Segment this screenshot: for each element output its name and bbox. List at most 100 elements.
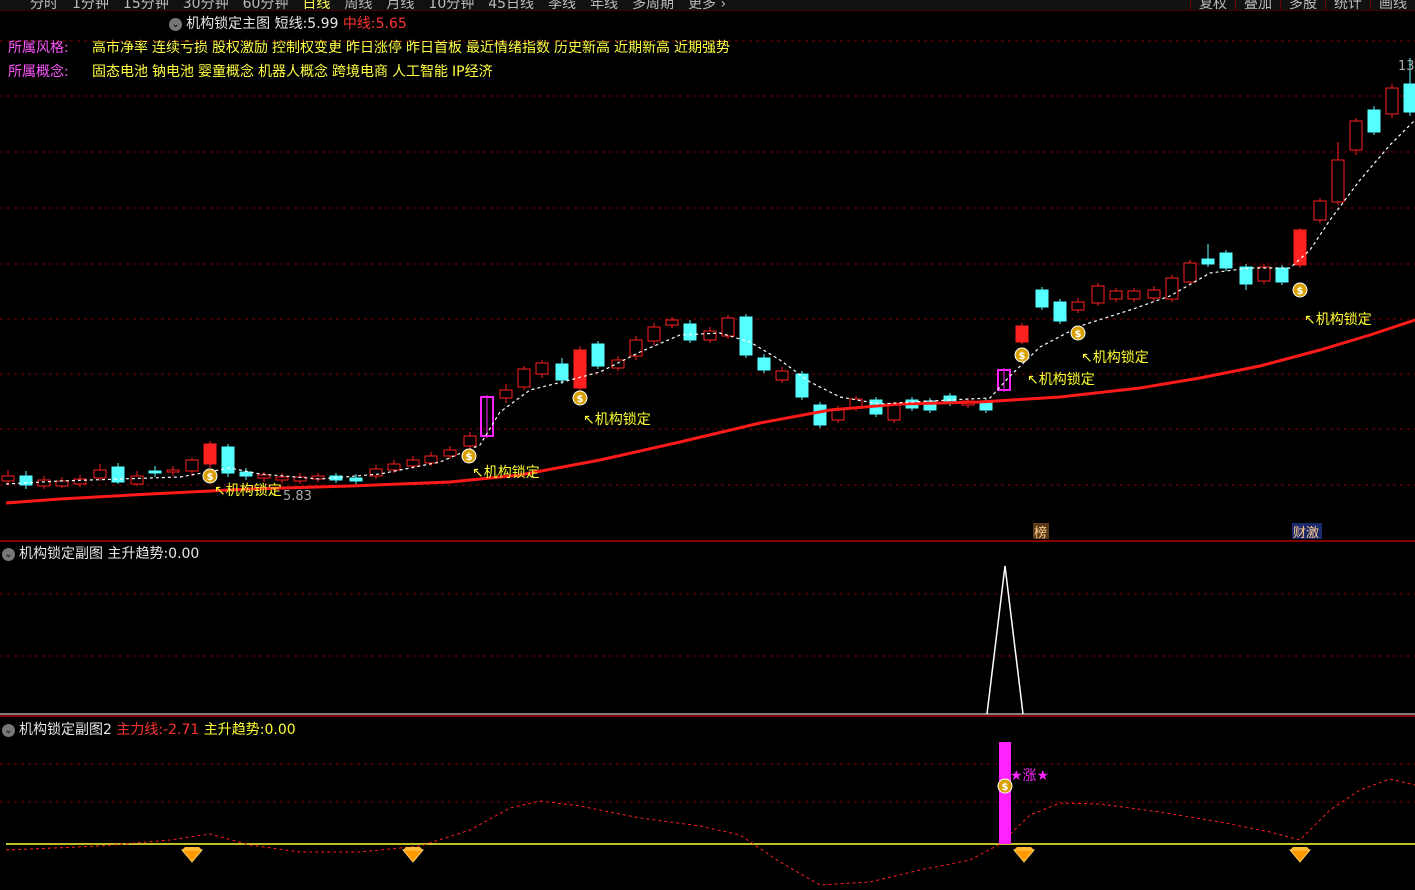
diamond-icon-top [403, 847, 423, 850]
main-force-value: -2.71 [163, 722, 200, 738]
candle-body [275, 476, 289, 481]
annotation-label: ↖机构锁定 [472, 465, 540, 481]
signal-text: ★涨★ [1010, 768, 1049, 784]
candle-body [1015, 325, 1029, 343]
money-bag-glyph: $ [1075, 329, 1082, 340]
money-bag-glyph: $ [577, 394, 584, 405]
candle-body [1035, 289, 1049, 308]
candle-body [831, 409, 845, 421]
price-low-label: 5.83 [283, 489, 312, 504]
candle-body [257, 474, 271, 479]
diamond-icon-top [182, 847, 202, 850]
candle-body [665, 319, 679, 326]
candle-body [1147, 289, 1161, 299]
candle-body [387, 463, 401, 471]
main-force-line [5, 778, 1415, 886]
chevron-down-icon[interactable]: ⌄ [2, 724, 15, 737]
money-bag-glyph: $ [1002, 782, 1009, 793]
candle-body [1275, 267, 1289, 283]
candle-body [203, 443, 217, 465]
candle-body [591, 343, 605, 367]
candle-body [683, 323, 697, 341]
diamond-icon-top [1290, 847, 1310, 850]
annotation-label: ↖机构锁定 [583, 412, 651, 428]
candle-body [1349, 120, 1363, 151]
candle-body [1053, 301, 1067, 322]
money-bag-glyph: $ [466, 452, 473, 463]
candle-body [443, 449, 457, 457]
candle-body [1313, 200, 1327, 221]
price-high-label: 13 [1398, 59, 1415, 74]
candle-body [517, 368, 531, 388]
annotation-label: ↖机构锁定 [1081, 350, 1149, 366]
candle-body [573, 349, 587, 389]
candle-body [239, 471, 253, 477]
candle-body [55, 480, 69, 487]
marker-bang: 榜 [1034, 525, 1047, 541]
money-bag-glyph: $ [1297, 286, 1304, 297]
candle-body [535, 362, 549, 375]
candle-body [1293, 229, 1307, 266]
chevron-down-icon[interactable]: ⌄ [2, 548, 15, 561]
sub1-indicator-name[interactable]: 机构锁定副图 [19, 546, 103, 562]
sub1-header: ⌄ 机构锁定副图 主升趋势:0.00 [2, 543, 199, 563]
money-bag-glyph: $ [207, 472, 214, 483]
candle-body [1367, 109, 1381, 133]
candle-body [1183, 262, 1197, 283]
candle-body [1091, 285, 1105, 304]
candle-body [739, 316, 753, 356]
candle-body [795, 373, 809, 398]
candle-body [19, 475, 33, 486]
candle-body [1201, 258, 1215, 265]
annotation-label: ↖机构锁定 [214, 483, 282, 499]
candle-body [349, 477, 363, 482]
candle-body [1257, 266, 1271, 282]
annotation-label: ↖机构锁定 [1304, 312, 1372, 328]
diamond-icon [1288, 849, 1312, 863]
candle-body [775, 370, 789, 381]
diamond-icon [401, 849, 425, 863]
candle-body [406, 459, 420, 467]
sub2-header: ⌄ 机构锁定副图2 主力线:-2.71 主升趋势:0.00 [2, 719, 296, 739]
sub2-trend-value: 0.00 [264, 722, 296, 738]
sub2-trend-label: 主升趋势: [203, 722, 265, 738]
main-force-label: 主力线: [116, 722, 164, 738]
candle-body [555, 363, 569, 381]
candle-body [1071, 301, 1085, 311]
sub1-trend-value: 0.00 [168, 546, 200, 562]
candle-body [1331, 159, 1345, 203]
diamond-icon [1012, 849, 1036, 863]
sub1-trend-label: 主升趋势: [107, 546, 169, 562]
candle-body [887, 404, 901, 421]
candle-body [463, 435, 477, 447]
candle-body [1403, 83, 1415, 113]
candle-body [499, 389, 513, 399]
diamond-icon [180, 849, 204, 863]
candle-body [1165, 277, 1179, 300]
candle-body [424, 455, 438, 464]
candle-body [721, 317, 735, 337]
candle-body [111, 466, 125, 483]
sub2-indicator-name[interactable]: 机构锁定副图2 [19, 722, 112, 738]
candle-body [1385, 87, 1399, 115]
annotation-label: ↖机构锁定 [1027, 372, 1095, 388]
candle-body [1127, 290, 1141, 300]
kline-chart[interactable]: 5.8313$$$$$$↖机构锁定↖机构锁定↖机构锁定↖机构锁定↖机构锁定↖机构… [0, 0, 1415, 890]
candle-body [703, 330, 717, 341]
candle-body [37, 479, 51, 487]
candle-body [647, 326, 661, 342]
candle-body [148, 470, 162, 474]
marker-caiji: 财激 [1293, 526, 1319, 541]
candle-body [166, 469, 180, 473]
sub1-spike [986, 565, 1024, 715]
candle-body [1109, 290, 1123, 300]
candle-body [1219, 252, 1233, 269]
diamond-icon-top [1014, 847, 1034, 850]
candle-body [1, 475, 15, 482]
candle-body [757, 357, 771, 371]
candle-body [130, 475, 144, 485]
candle-body [813, 404, 827, 426]
candle-body [611, 359, 625, 369]
candle-body [629, 339, 643, 357]
money-bag-glyph: $ [1019, 351, 1026, 362]
